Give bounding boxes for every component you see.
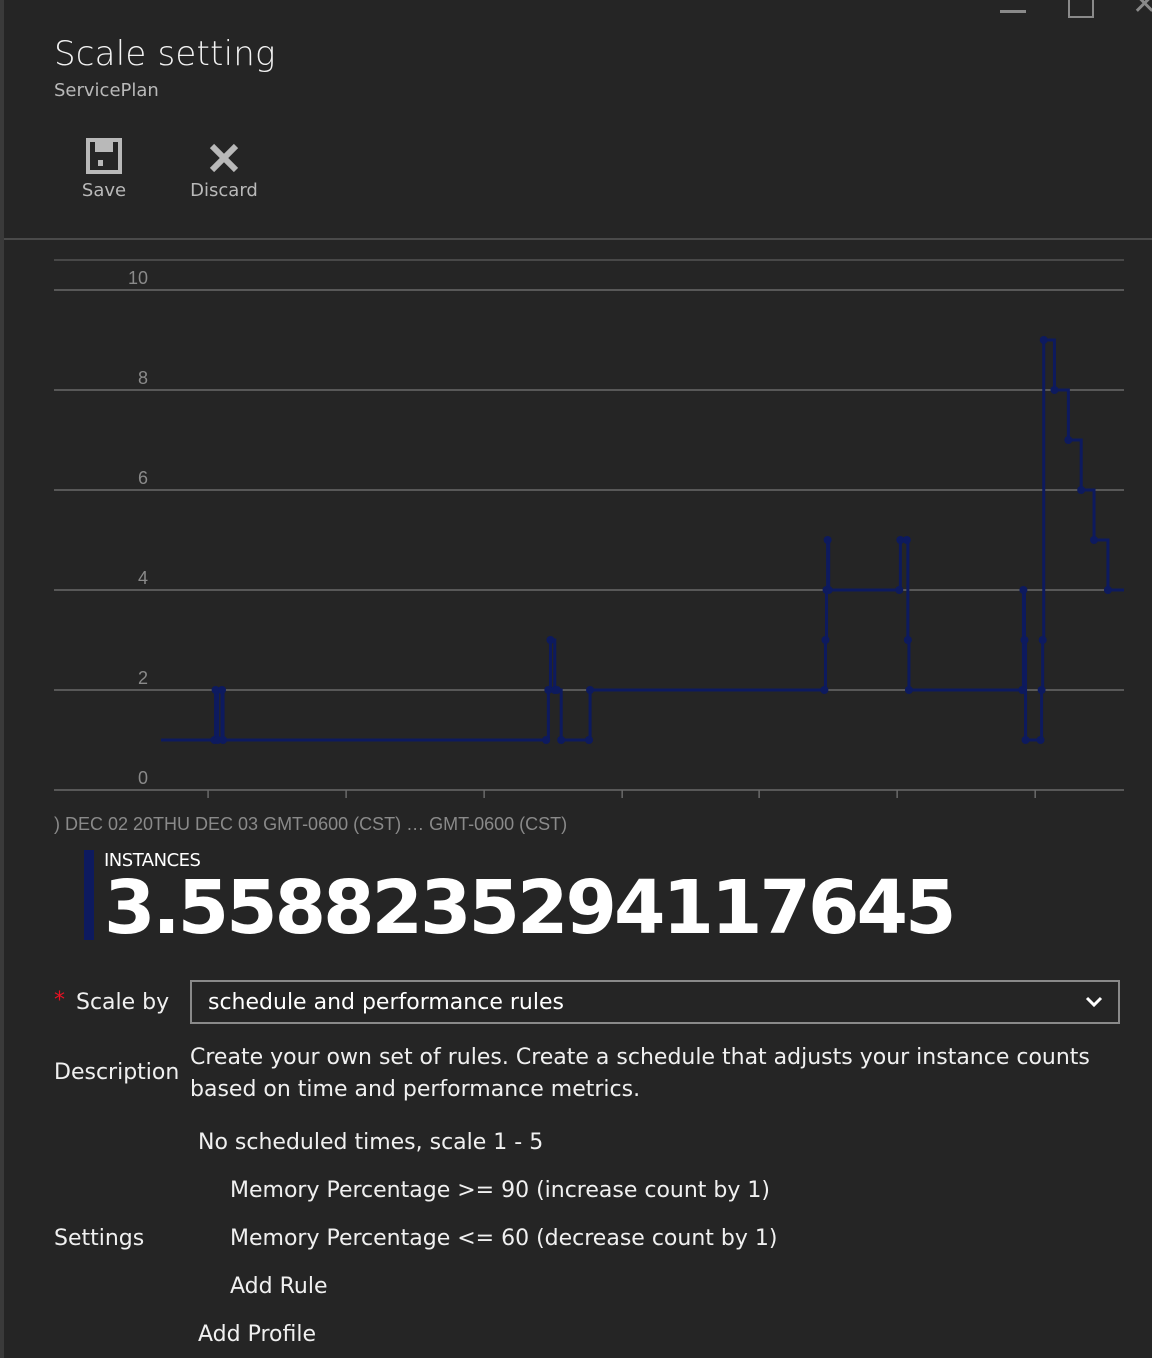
data-point: [557, 736, 566, 744]
required-marker: *: [54, 988, 65, 1013]
data-point: [1036, 736, 1045, 744]
data-point: [903, 636, 912, 644]
discard-icon: [174, 134, 274, 174]
data-point: [904, 686, 913, 694]
discard-button[interactable]: Discard: [174, 134, 274, 201]
data-point: [895, 586, 904, 594]
instance-chart: 0 2 4 6 8 10 ) DEC 02 20THU DEC 03 GMT-0600 (…: [0, 250, 1152, 840]
scale-by-value: schedule and performance rules: [208, 990, 564, 1015]
y-tick-label-8: 8: [138, 368, 148, 388]
data-point: [1038, 636, 1047, 644]
data-point: [824, 586, 833, 594]
rule-link-decrease[interactable]: Memory Percentage <= 60 (decrease count …: [230, 1226, 777, 1251]
save-button[interactable]: Save: [54, 134, 154, 201]
y-tick-label-6: 6: [138, 468, 148, 488]
data-point: [585, 736, 593, 744]
data-point: [1039, 336, 1048, 344]
y-tick-label-0: 0: [138, 768, 148, 788]
data-point: [1077, 486, 1086, 494]
settings-label: Settings: [54, 1226, 145, 1251]
add-rule-link[interactable]: Add Rule: [230, 1274, 327, 1299]
y-tick-label-2: 2: [138, 668, 148, 688]
scale-by-select[interactable]: schedule and performance rules: [190, 980, 1120, 1024]
save-label: Save: [81, 180, 127, 201]
instances-accent-bar: [84, 850, 94, 940]
data-point: [1050, 386, 1059, 394]
instance-chart-svg: 0 2 4 6 8 10 ) DEC 02 20THU DEC 03 GMT-0600 (…: [54, 259, 1124, 834]
data-point: [823, 536, 832, 544]
toolbar-divider: [4, 238, 1152, 240]
data-point: [1019, 586, 1028, 594]
data-point: [546, 636, 555, 644]
y-tick-label-10: 10: [128, 268, 148, 288]
minimize-icon[interactable]: [1000, 10, 1026, 13]
data-point: [1020, 636, 1029, 644]
y-tick-label-4: 4: [138, 568, 148, 588]
discard-label: Discard: [190, 180, 258, 201]
data-point: [1021, 736, 1030, 744]
chevron-down-icon: [1085, 996, 1103, 1008]
data-point: [542, 736, 551, 744]
description-label: Description: [54, 1060, 180, 1085]
data-point: [1103, 586, 1112, 594]
window-controls: ✕: [982, 0, 1152, 20]
data-point: [586, 686, 595, 694]
data-point: [1090, 536, 1099, 544]
x-axis-tick-labels: ) DEC 02 20THU DEC 03 GMT-0600 (CST) … G…: [54, 814, 567, 834]
page-title: Scale setting: [54, 34, 276, 74]
data-point: [821, 636, 830, 644]
data-point: [219, 736, 228, 744]
instances-value: 3.5588235294117645: [104, 865, 956, 951]
data-point: [1037, 686, 1046, 694]
page-subtitle: ServicePlan: [54, 80, 159, 101]
data-point: [820, 686, 829, 694]
close-icon[interactable]: ✕: [1132, 0, 1152, 20]
data-point: [217, 686, 226, 694]
data-point: [552, 686, 561, 694]
series-line: [161, 338, 1124, 742]
data-point: [1064, 436, 1073, 444]
description-text: Create your own set of rules. Create a s…: [190, 1045, 1090, 1102]
rule-link-increase[interactable]: Memory Percentage >= 90 (increase count …: [230, 1178, 770, 1203]
maximize-icon[interactable]: [1068, 0, 1094, 18]
save-icon: [54, 134, 154, 174]
scale-by-label: Scale by: [76, 990, 170, 1015]
data-point: [902, 536, 911, 544]
add-profile-link[interactable]: Add Profile: [198, 1322, 316, 1347]
profile-link[interactable]: No scheduled times, scale 1 - 5: [198, 1130, 543, 1155]
data-point: [1018, 686, 1027, 694]
